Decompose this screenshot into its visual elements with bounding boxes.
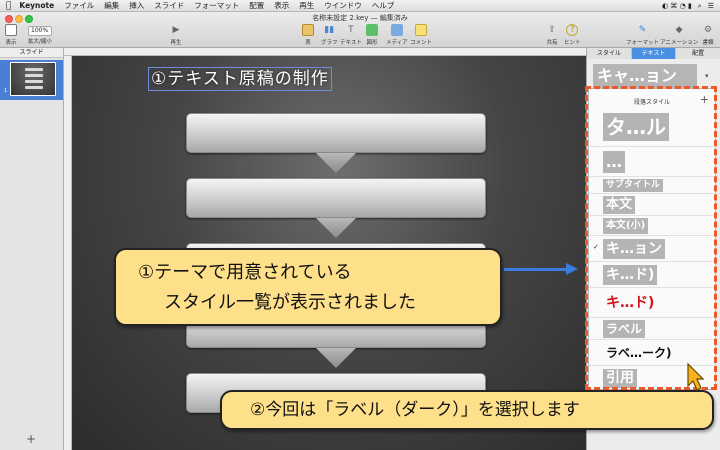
menu-slide[interactable]: スライド (154, 0, 184, 11)
slide-number: 1 (4, 88, 8, 94)
mouse-pointer-icon (687, 362, 704, 391)
share-button[interactable]: ⇪ 共有 (546, 24, 558, 46)
process-box-2[interactable] (186, 178, 486, 218)
slide-thumbnail-selected[interactable]: 1 (0, 60, 63, 100)
text-button[interactable]: T テキスト (340, 24, 362, 46)
menu-edit[interactable]: 編集 (104, 0, 119, 11)
thumb-bar (25, 68, 43, 71)
annotation-callout-2: ②今回は「ラベル（ダーク）」を選択します (220, 390, 714, 430)
chart-icon: ▮▮ (324, 25, 335, 35)
zoom-label: 拡大/縮小 (28, 39, 52, 45)
chevron-down-icon[interactable]: ▾ (705, 72, 709, 80)
pointer-arrow-head (566, 263, 578, 275)
text-icon: T (348, 25, 354, 35)
status-icons: ◐ ⌘ ◔ ▮ (662, 2, 692, 10)
hint-button[interactable]: ? ヒント (564, 24, 581, 46)
menu-play[interactable]: 再生 (299, 0, 314, 11)
media-icon (390, 24, 403, 36)
table-button[interactable]: 表 (302, 24, 314, 46)
tab-text[interactable]: テキスト (631, 48, 677, 59)
process-box-1-text[interactable]: ①テキスト原稿の制作 (148, 67, 332, 91)
menu-bar:  Keynote ファイル 編集 挿入 スライド フォーマット 配置 表示 再… (0, 0, 720, 12)
tab-arrange[interactable]: 配置 (676, 48, 720, 59)
thumb-bar (25, 74, 43, 77)
process-arrow-4 (316, 348, 356, 368)
add-slide-button[interactable]: + (26, 432, 36, 446)
thumb-bar (25, 86, 43, 89)
slide-navigator: スライド 1 + (0, 48, 64, 450)
menu-file[interactable]: ファイル (64, 0, 94, 11)
search-icon[interactable]: ⌕ (698, 2, 702, 11)
inspector-tabs: スタイル テキスト 配置 (587, 48, 720, 59)
annotation-callout-1: ①テーマで用意されている スタイル一覧が表示されました (114, 248, 502, 326)
highlight-frame (585, 86, 717, 390)
brush-icon: ✎ (638, 25, 647, 35)
share-icon: ⇪ (548, 25, 556, 35)
comment-icon (415, 24, 427, 36)
format-button[interactable]: ✎ フォーマット (626, 24, 659, 46)
navigator-header: スライド (0, 48, 63, 58)
pointer-arrow-line (504, 268, 568, 271)
shape-button[interactable]: 図形 (366, 24, 378, 46)
app-menu[interactable]: Keynote (19, 1, 54, 10)
menu-help[interactable]: ヘルプ (372, 0, 395, 11)
play-icon: ▶ (172, 25, 180, 35)
comment-button[interactable]: コメント (410, 24, 432, 46)
vertical-ruler (64, 56, 72, 450)
toolbar: 名称未設定 2.key — 編集済み 表示 100% 拡大/縮小 ▶ 再生 表 … (0, 12, 720, 48)
table-icon (302, 24, 314, 36)
window-title: 名称未設定 2.key — 編集済み (312, 14, 408, 22)
process-arrow-2 (316, 218, 356, 238)
document-button[interactable]: ⚙ 書類 (702, 24, 714, 46)
animate-icon: ◆ (675, 25, 683, 35)
gear-icon: ⚙ (703, 25, 713, 35)
view-button[interactable]: 表示 (5, 24, 17, 46)
play-button[interactable]: ▶ 再生 (170, 24, 182, 46)
process-arrow-1 (316, 153, 356, 173)
chart-button[interactable]: ▮▮ グラフ (321, 24, 338, 46)
apple-menu-icon[interactable]:  (6, 1, 11, 11)
menu-view[interactable]: 表示 (274, 0, 289, 11)
slide-thumbnail[interactable] (10, 62, 56, 96)
animate-button[interactable]: ◆ アニメーション (660, 24, 698, 46)
zoom-select[interactable]: 100% (28, 26, 52, 36)
menu-format[interactable]: フォーマット (194, 0, 239, 11)
process-box-1[interactable] (186, 113, 486, 153)
menu-insert[interactable]: 挿入 (129, 0, 144, 11)
thumb-bar (25, 80, 43, 83)
horizontal-ruler (64, 48, 586, 56)
menu-arrange[interactable]: 配置 (249, 0, 264, 11)
menu-window[interactable]: ウインドウ (324, 0, 362, 11)
list-icon[interactable]: ☰ (708, 2, 714, 10)
callout-1-line-1: ①テーマで用意されている (138, 262, 352, 283)
shape-icon (366, 24, 378, 36)
media-button[interactable]: メディア (386, 24, 408, 46)
callout-1-line-2: スタイル一覧が表示されました (164, 292, 416, 313)
hint-icon: ? (566, 24, 579, 36)
paragraph-style-selector[interactable]: キャ…ョン (593, 64, 697, 88)
tab-style[interactable]: スタイル (587, 48, 632, 59)
sidebar-icon (5, 24, 17, 36)
